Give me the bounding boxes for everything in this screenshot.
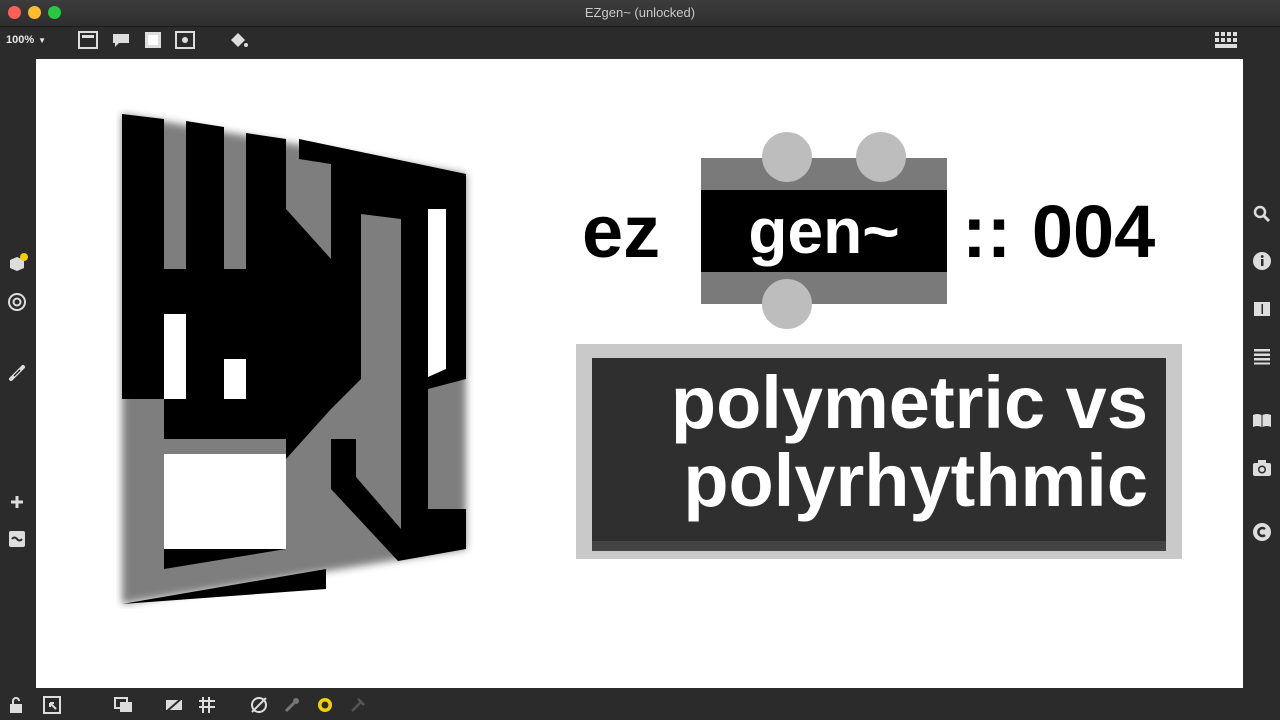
sidebar-icon[interactable] (1251, 298, 1273, 320)
bottom-toolbar (0, 690, 1280, 720)
title-prefix: ez (582, 190, 661, 273)
bottom-outlet (762, 279, 812, 329)
copyright-icon[interactable] (1251, 521, 1273, 543)
subtitle-comment-box[interactable]: polymetric vs polyrhythmic (576, 344, 1182, 559)
comment-icon[interactable] (111, 31, 131, 49)
gen-label-panel: gen~ (701, 190, 947, 272)
window-title: EZgen~ (unlocked) (584, 5, 696, 20)
plus-icon[interactable] (6, 491, 28, 513)
zoom-select[interactable]: 100% ▼ (6, 34, 46, 46)
search-icon[interactable] (1251, 203, 1273, 225)
ezgen-logo (122, 114, 466, 604)
patcher-canvas[interactable]: ez gen~ :: 004 polymetric vs polyrhythmi… (36, 59, 1243, 688)
grid-view-icon[interactable] (1214, 31, 1240, 51)
info-icon[interactable] (1251, 250, 1273, 272)
right-sidebar (1244, 58, 1280, 690)
bug-icon[interactable] (348, 695, 368, 715)
camera-icon[interactable] (1251, 457, 1273, 479)
top-inlet-left (762, 132, 812, 182)
subtitle-line-1: polymetric vs (670, 361, 1148, 444)
paint-bucket-icon[interactable] (228, 31, 248, 49)
episode-number: :: 004 (962, 190, 1156, 273)
wrench-icon[interactable] (282, 695, 302, 715)
list-icon[interactable] (1251, 345, 1273, 367)
visibility-icon[interactable] (249, 695, 269, 715)
toolbar: 100% ▼ (0, 27, 1280, 57)
hide-icon[interactable] (163, 695, 183, 715)
cube-icon[interactable] (6, 252, 28, 274)
subtitle-panel: polymetric vs polyrhythmic (592, 358, 1166, 551)
frame-icon[interactable] (143, 31, 163, 49)
grid-icon[interactable] (197, 695, 217, 715)
circle-icon[interactable] (315, 695, 335, 715)
chevron-down-icon: ▼ (38, 35, 47, 45)
link-icon[interactable] (6, 362, 28, 384)
snap-icon[interactable] (175, 31, 195, 49)
title-bar: EZgen~ (unlocked) (0, 0, 1280, 27)
subtitle-line-2: polyrhythmic (683, 439, 1148, 522)
presentation-icon[interactable] (78, 31, 98, 49)
left-sidebar (0, 58, 34, 690)
target-icon[interactable] (6, 291, 28, 313)
book-icon[interactable] (1251, 410, 1273, 432)
patch-icon[interactable] (6, 528, 28, 550)
gen-object-box[interactable]: gen~ (701, 132, 947, 329)
window-icon[interactable] (42, 695, 62, 715)
gen-label: gen~ (748, 195, 900, 267)
lock-icon[interactable] (6, 695, 26, 715)
top-inlet-right (856, 132, 906, 182)
stack-icon[interactable] (113, 695, 133, 715)
